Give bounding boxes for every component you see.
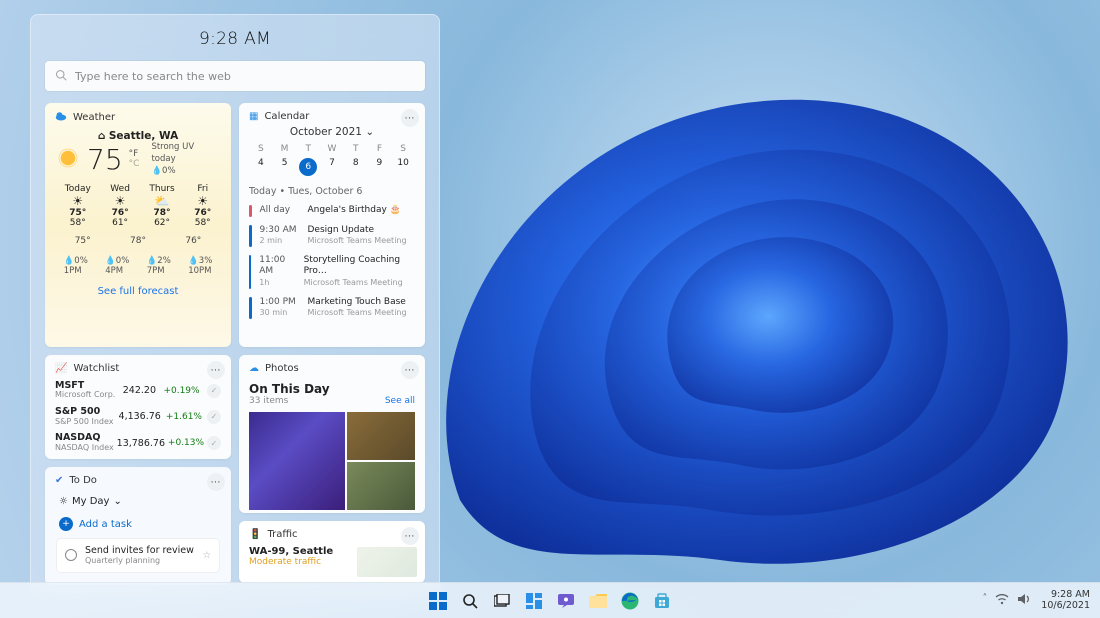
star-icon[interactable]: ☆ xyxy=(202,550,211,561)
forecast-link[interactable]: See full forecast xyxy=(98,286,179,297)
stocks-icon: 📈 xyxy=(55,363,67,374)
taskbar-clock[interactable]: 9:28 AM 10/6/2021 xyxy=(1041,590,1090,611)
more-icon[interactable]: ⋯ xyxy=(401,527,419,545)
system-tray[interactable]: ˄ 9:28 AM 10/6/2021 xyxy=(983,590,1090,611)
more-icon[interactable]: ⋯ xyxy=(207,473,225,491)
stock-row[interactable]: S&P 500S&P 500 Index 4,136.76 +1.61% ✓ xyxy=(55,407,221,426)
chevron-up-icon[interactable]: ˄ xyxy=(983,593,988,608)
stock-row[interactable]: MSFTMicrosoft Corp. 242.20 +0.19% ✓ xyxy=(55,381,221,400)
traffic-title: Traffic xyxy=(267,529,297,540)
weather-temp: 75 xyxy=(87,143,123,176)
photos-count: 33 items xyxy=(249,396,288,406)
weather-title: Weather xyxy=(73,112,115,123)
calendar-event[interactable]: 11:00 AM1h Storytelling Coaching Pro…Mic… xyxy=(249,255,415,289)
widgets-icon[interactable] xyxy=(521,588,547,614)
todo-item[interactable]: Send invites for reviewQuarterly plannin… xyxy=(57,539,219,572)
traffic-widget[interactable]: 🚦 Traffic ⋯ WA-99, Seattle Moderate traf… xyxy=(239,521,425,583)
panel-clock: 9:28 AM xyxy=(45,29,425,49)
add-task-button[interactable]: + Add a task xyxy=(59,517,217,531)
check-icon[interactable]: ✓ xyxy=(207,436,221,450)
see-all-link[interactable]: See all xyxy=(385,396,415,406)
todo-title: To Do xyxy=(69,475,97,486)
plus-icon: + xyxy=(59,517,73,531)
chat-icon[interactable] xyxy=(553,588,579,614)
calendar-today-label: Today • Tues, October 6 xyxy=(249,186,415,197)
calendar-title: Calendar xyxy=(264,111,309,122)
my-day-list[interactable]: ☼ My Day ⌄ xyxy=(59,496,221,507)
check-icon: ✔ xyxy=(55,475,63,486)
search-input[interactable]: Type here to search the web xyxy=(45,61,425,91)
watchlist-widget[interactable]: 📈 Watchlist ⋯ MSFTMicrosoft Corp. 242.20… xyxy=(45,355,231,459)
cloud-icon: ☁ xyxy=(249,363,259,374)
wifi-icon[interactable] xyxy=(995,593,1009,608)
edge-icon[interactable] xyxy=(617,588,643,614)
search-icon xyxy=(55,69,67,84)
calendar-widget[interactable]: ▦ Calendar ⋯ October 2021 ⌄ SMTWTFS 4 5 … xyxy=(239,103,425,347)
weather-location: ⌂ Seattle, WA xyxy=(55,130,221,142)
calendar-month[interactable]: October 2021 ⌄ xyxy=(249,126,415,138)
calendar-event[interactable]: All day Angela's Birthday 🎂 xyxy=(249,205,415,217)
check-icon[interactable]: ✓ xyxy=(207,384,221,398)
more-icon[interactable]: ⋯ xyxy=(401,361,419,379)
calendar-week: SMTWTFS 4 5 6 7 8 9 10 xyxy=(249,144,415,176)
check-icon[interactable]: ✓ xyxy=(207,410,221,424)
search-placeholder: Type here to search the web xyxy=(75,70,231,83)
widgets-panel: 9:28 AM Type here to search the web Weat… xyxy=(30,14,440,596)
taskbar: ˄ 9:28 AM 10/6/2021 xyxy=(0,582,1100,618)
cloud-icon xyxy=(55,111,67,124)
calendar-event[interactable]: 1:00 PM30 min Marketing Touch BaseMicros… xyxy=(249,297,415,319)
todo-widget[interactable]: ✔ To Do ⋯ ☼ My Day ⌄ + Add a task Send i… xyxy=(45,467,231,585)
chevron-down-icon: ⌄ xyxy=(113,496,121,507)
photos-widget[interactable]: ☁ Photos ⋯ On This Day 33 items See all xyxy=(239,355,425,513)
file-explorer-icon[interactable] xyxy=(585,588,611,614)
photos-heading: On This Day xyxy=(249,382,415,396)
chevron-down-icon: ⌄ xyxy=(365,126,374,138)
more-icon[interactable]: ⋯ xyxy=(401,109,419,127)
weather-widget[interactable]: Weather ⌂ Seattle, WA 75 °F°C Strong UV … xyxy=(45,103,231,347)
traffic-map-thumbnail[interactable] xyxy=(357,547,417,577)
weather-forecast-days: Today☀75°58° Wed☀76°61° Thurs⛅78°62° Fri… xyxy=(55,184,221,228)
calendar-icon: ▦ xyxy=(249,111,258,122)
taskbar-search-icon[interactable] xyxy=(457,588,483,614)
start-button[interactable] xyxy=(425,588,451,614)
store-icon[interactable] xyxy=(649,588,675,614)
calendar-event[interactable]: 9:30 AM2 min Design UpdateMicrosoft Team… xyxy=(249,225,415,247)
sun-icon: ☼ xyxy=(59,496,68,507)
task-view-icon[interactable] xyxy=(489,588,515,614)
photo-thumbnails[interactable] xyxy=(249,412,415,510)
more-icon[interactable]: ⋯ xyxy=(207,361,225,379)
watchlist-title: Watchlist xyxy=(73,363,119,374)
traffic-icon: 🚦 xyxy=(249,529,261,540)
volume-icon[interactable] xyxy=(1017,593,1031,608)
photos-title: Photos xyxy=(265,363,299,374)
radio-icon[interactable] xyxy=(65,549,77,561)
stock-row[interactable]: NASDAQNASDAQ Index 13,786.76 +0.13% ✓ xyxy=(55,433,221,452)
sun-icon xyxy=(55,145,81,174)
